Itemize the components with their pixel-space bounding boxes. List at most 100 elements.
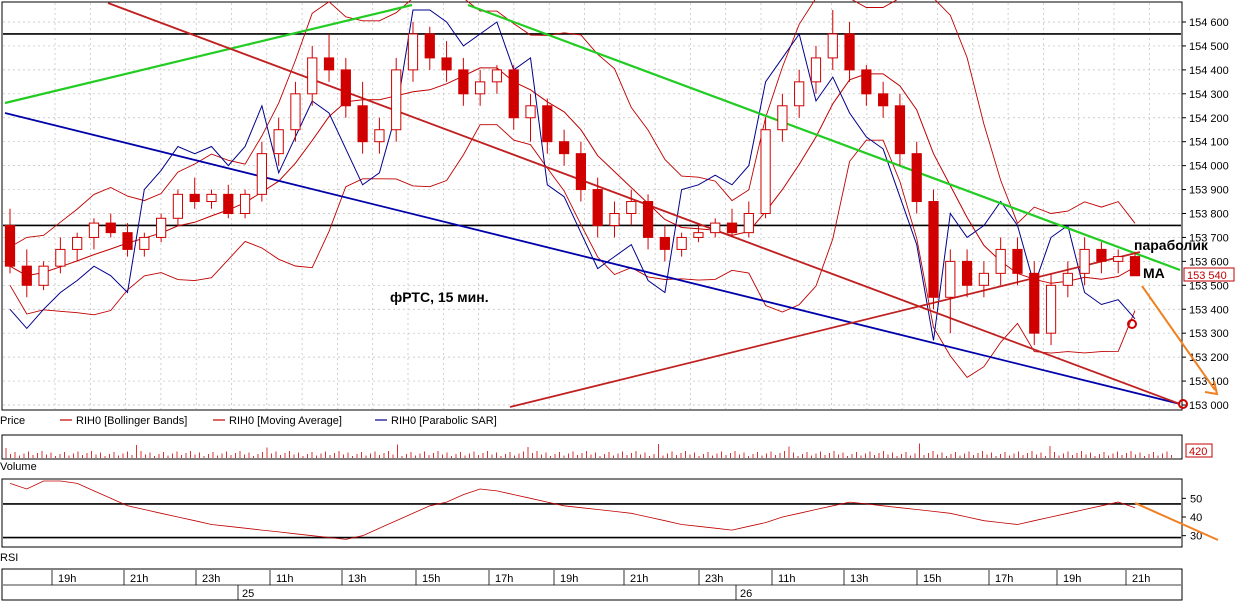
candle-body bbox=[323, 57, 335, 71]
time-label: 19h bbox=[560, 573, 578, 585]
time-label: 15h bbox=[422, 573, 440, 585]
candle-body bbox=[508, 69, 519, 119]
legend-label: Price bbox=[0, 415, 25, 427]
candle-body bbox=[945, 260, 956, 298]
candle-body bbox=[978, 272, 989, 286]
last-price-value: 153 540 bbox=[1187, 270, 1227, 282]
y-tick-label: 154 400 bbox=[1189, 65, 1229, 77]
time-label: 23h bbox=[202, 573, 220, 585]
candle-body bbox=[1113, 256, 1124, 262]
candle-body bbox=[827, 33, 838, 59]
y-tick-label: 153 800 bbox=[1189, 209, 1229, 221]
y-tick-label: 153 500 bbox=[1189, 280, 1229, 292]
y-tick-label: 153 300 bbox=[1189, 328, 1229, 340]
y-tick-label: 154 600 bbox=[1189, 17, 1229, 29]
candle-body bbox=[424, 33, 435, 59]
candle-body bbox=[491, 69, 503, 83]
candle-body bbox=[105, 222, 116, 234]
ma-label: MA bbox=[1143, 265, 1165, 281]
candle-body bbox=[542, 105, 553, 143]
candle-body bbox=[21, 265, 32, 286]
candle-body bbox=[307, 57, 318, 95]
candle-body bbox=[475, 81, 486, 95]
time-label: 11h bbox=[276, 573, 294, 585]
candle-body bbox=[810, 57, 822, 83]
candle-body bbox=[693, 232, 704, 238]
candle-body bbox=[995, 248, 1006, 274]
candle-body bbox=[911, 153, 922, 203]
candle-body bbox=[676, 236, 687, 250]
time-label: 19h bbox=[58, 573, 76, 585]
candle-body bbox=[38, 265, 49, 286]
y-tick-label: 154 100 bbox=[1189, 137, 1229, 149]
candle-body bbox=[156, 217, 167, 238]
candle-body bbox=[878, 93, 889, 107]
candle-body bbox=[239, 193, 251, 215]
candle-body bbox=[1079, 248, 1090, 274]
y-tick-label: 153 400 bbox=[1189, 304, 1229, 316]
y-tick-label: 154 500 bbox=[1189, 41, 1229, 53]
date-label: 26 bbox=[740, 588, 752, 600]
candle-body bbox=[391, 69, 402, 131]
candle-body bbox=[189, 193, 200, 203]
candle-body bbox=[273, 129, 284, 155]
legend-label: RIH0 [Bollinger Bands] bbox=[76, 415, 187, 427]
candle-body bbox=[760, 129, 771, 214]
candle-body bbox=[407, 33, 419, 71]
rsi-label: RSI bbox=[0, 552, 18, 564]
candle-body bbox=[961, 260, 973, 286]
candle-body bbox=[256, 153, 267, 195]
candle-body bbox=[441, 57, 452, 71]
candle-body bbox=[558, 141, 570, 155]
time-label: 13h bbox=[850, 573, 868, 585]
y-tick-label: 154 000 bbox=[1189, 161, 1229, 173]
candle-body bbox=[1012, 248, 1023, 274]
rsi-tick-label: 40 bbox=[1190, 512, 1202, 524]
y-tick-label: 153 900 bbox=[1189, 185, 1229, 197]
candle-body bbox=[894, 105, 906, 155]
candle-body bbox=[223, 193, 234, 215]
time-label: 23h bbox=[705, 573, 723, 585]
candle-body bbox=[72, 236, 83, 250]
candle-body bbox=[1029, 272, 1040, 334]
y-tick-label: 154 200 bbox=[1189, 113, 1229, 125]
candle-body bbox=[55, 248, 66, 267]
chart-annotation: фРТС, 15 мин. bbox=[390, 289, 489, 305]
candle-body bbox=[340, 69, 351, 107]
candle-body bbox=[575, 153, 587, 191]
candle-body bbox=[139, 236, 150, 250]
candle-body bbox=[458, 69, 469, 95]
candle-body bbox=[861, 69, 872, 95]
legend-label: RIH0 [Moving Average] bbox=[229, 415, 342, 427]
y-tick-label: 153 600 bbox=[1189, 256, 1229, 268]
time-label: 21h bbox=[630, 573, 648, 585]
date-label: 25 bbox=[242, 588, 254, 600]
time-label: 21h bbox=[1132, 573, 1150, 585]
time-label: 17h bbox=[995, 573, 1013, 585]
chart-canvas[interactable]: 153 000153 100153 200153 300153 400153 5… bbox=[0, 0, 1239, 603]
candle-body bbox=[172, 193, 184, 219]
candle-body bbox=[710, 222, 721, 234]
candle-body bbox=[743, 213, 754, 234]
time-label: 15h bbox=[923, 573, 941, 585]
candle-body bbox=[1062, 272, 1073, 286]
rsi-tick-label: 50 bbox=[1190, 493, 1202, 505]
candle-body bbox=[609, 213, 620, 226]
candle-body bbox=[844, 33, 855, 71]
time-label: 17h bbox=[495, 573, 513, 585]
candle-body bbox=[794, 81, 805, 107]
candle-body bbox=[726, 222, 738, 234]
candle-body bbox=[290, 93, 301, 131]
candle-body bbox=[626, 201, 637, 214]
legend-label: RIH0 [Parabolic SAR] bbox=[391, 415, 497, 427]
parabolic-label: параболик bbox=[1134, 237, 1209, 253]
candle-body bbox=[1096, 248, 1107, 262]
candle-body bbox=[642, 201, 654, 238]
candle-body bbox=[88, 222, 100, 238]
candle-body bbox=[928, 201, 939, 298]
time-label: 19h bbox=[1063, 573, 1081, 585]
candle-body bbox=[374, 129, 385, 143]
y-tick-label: 153 000 bbox=[1189, 400, 1229, 412]
time-label: 21h bbox=[130, 573, 148, 585]
candle-body bbox=[4, 224, 16, 267]
